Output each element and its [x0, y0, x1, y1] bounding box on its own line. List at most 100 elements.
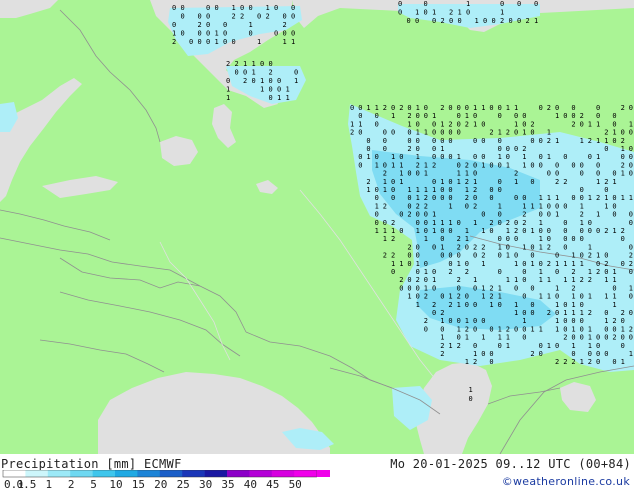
precip-value-mark: 0 — [226, 77, 230, 85]
precip-value-mark: 0 — [547, 227, 551, 235]
precip-value-mark: 2 — [514, 170, 518, 178]
precip-value-mark: 1 — [547, 293, 551, 301]
precip-value-mark: 0 — [629, 268, 633, 276]
precip-value-mark: 0 — [498, 137, 502, 145]
precip-value-mark: 2 — [399, 104, 403, 112]
precip-value-mark: 1 — [416, 153, 420, 161]
precip-value-mark: 0 — [580, 301, 584, 309]
precip-value-mark: 0 — [506, 235, 510, 243]
precip-value-mark: 0 — [530, 161, 534, 169]
precip-value-mark: 2 — [629, 252, 633, 260]
precip-value-mark: 0 — [432, 268, 436, 276]
precip-value-mark: 2 — [383, 104, 387, 112]
precip-value-mark: 0 — [249, 30, 253, 38]
precip-value-mark: 0 — [539, 137, 543, 145]
precip-value-mark: 2 — [547, 104, 551, 112]
precip-value-mark: 0 — [547, 202, 551, 210]
precip-value-mark: 2 — [440, 104, 444, 112]
precip-value-mark: 1 — [294, 77, 298, 85]
precip-value-mark: 0 — [424, 276, 428, 284]
precip-value-mark: 0 — [465, 104, 469, 112]
precip-value-mark: 0 — [416, 268, 420, 276]
precip-value-mark: 0 — [416, 211, 420, 219]
legend-label: 30 — [199, 478, 212, 490]
precip-value-mark: 0 — [416, 252, 420, 260]
precip-value-mark: 0 — [522, 227, 526, 235]
precip-value-mark: 0 — [563, 235, 567, 243]
precip-value-mark: 1 — [440, 145, 444, 153]
precip-value-mark: 0 — [465, 301, 469, 309]
precip-value-mark: 1 — [481, 334, 485, 342]
precip-value-mark: 0 — [580, 317, 584, 325]
precip-value-mark: 0 — [596, 260, 600, 268]
precip-value-mark: 1 — [432, 112, 436, 120]
precip-value-mark: 1 — [555, 301, 559, 309]
precip-value-mark: 0 — [249, 4, 253, 12]
precip-value-mark: 0 — [458, 17, 462, 25]
precip-value-mark: 0 — [457, 129, 461, 137]
precip-value-mark: 0 — [232, 38, 236, 46]
precip-value-mark: 1 — [547, 153, 551, 161]
legend-swatch — [271, 470, 295, 477]
precip-value-mark: 0 — [588, 153, 592, 161]
precip-value-mark: 1 — [457, 301, 461, 309]
precip-value-mark: 0 — [366, 145, 370, 153]
precip-value-mark: 0 — [580, 170, 584, 178]
precip-value-mark: 0 — [260, 60, 264, 68]
precip-value-mark: 1 — [375, 161, 379, 169]
precip-value-mark: 0 — [498, 161, 502, 169]
precip-value-mark: 2 — [563, 334, 567, 342]
precip-value-mark: 1 — [481, 293, 485, 301]
precip-value-mark: 2 — [465, 325, 469, 333]
precip-value-mark: 1 — [473, 276, 477, 284]
precip-value-mark: 0 — [407, 170, 411, 178]
precip-value-mark: 0 — [489, 227, 493, 235]
precip-value-mark: 0 — [375, 219, 379, 227]
precip-value-mark: 0 — [432, 120, 436, 128]
precip-value-mark: 1 — [432, 219, 436, 227]
precip-value-mark: 2 — [465, 161, 469, 169]
precip-value-mark: 0 — [539, 227, 543, 235]
precip-value-mark: 0 — [198, 13, 202, 21]
precip-value-mark: 0 — [457, 252, 461, 260]
precip-value-mark: 2 — [596, 194, 600, 202]
precip-value-mark: 0 — [580, 161, 584, 169]
precip-value-mark: 0 — [596, 170, 600, 178]
precip-value-mark: 1 — [534, 17, 538, 25]
legend-swatch — [227, 470, 250, 477]
precip-value-mark: 0 — [563, 227, 567, 235]
precip-value-mark: 2 — [226, 60, 230, 68]
precip-value-mark: 2 — [235, 60, 239, 68]
precip-value-mark: 1 — [481, 227, 485, 235]
precip-value-mark: 0 — [629, 153, 633, 161]
legend-swatch — [25, 470, 49, 477]
precip-value-mark: 0 — [416, 120, 420, 128]
precip-value-mark: 1 — [563, 309, 567, 317]
precip-value-mark: 0 — [489, 186, 493, 194]
precip-value-mark: 0 — [489, 325, 493, 333]
precip-value-mark: 0 — [181, 13, 185, 21]
precip-value-mark: 0 — [483, 17, 487, 25]
precip-value-mark: 0 — [517, 0, 521, 8]
precip-value-mark: 0 — [206, 38, 210, 46]
precip-value-mark: 0 — [498, 112, 502, 120]
precip-value-mark: 1 — [226, 86, 230, 94]
credit-link[interactable]: ©weatheronline.co.uk — [502, 475, 630, 488]
precip-value-mark: 1 — [539, 268, 543, 276]
precip-value-mark: 1 — [391, 153, 395, 161]
precip-value-mark: 0 — [571, 194, 575, 202]
precip-value-mark: 0 — [604, 334, 608, 342]
precip-value-mark: 1 — [243, 60, 247, 68]
legend-swatch — [3, 470, 26, 477]
precip-value-mark: 1 — [481, 161, 485, 169]
precip-value-mark: 1 — [547, 276, 551, 284]
precip-value-mark: 0 — [277, 77, 281, 85]
precip-value-mark: 0 — [580, 120, 584, 128]
precip-value-mark: 2 — [432, 161, 436, 169]
precip-value-mark: 1 — [469, 386, 473, 394]
precip-value-mark: 0 — [629, 129, 633, 137]
legend-swatch — [137, 470, 161, 477]
precip-value-mark: 0 — [440, 194, 444, 202]
precip-value-mark: 0 — [539, 153, 543, 161]
precip-value-mark: 1 — [604, 276, 608, 284]
